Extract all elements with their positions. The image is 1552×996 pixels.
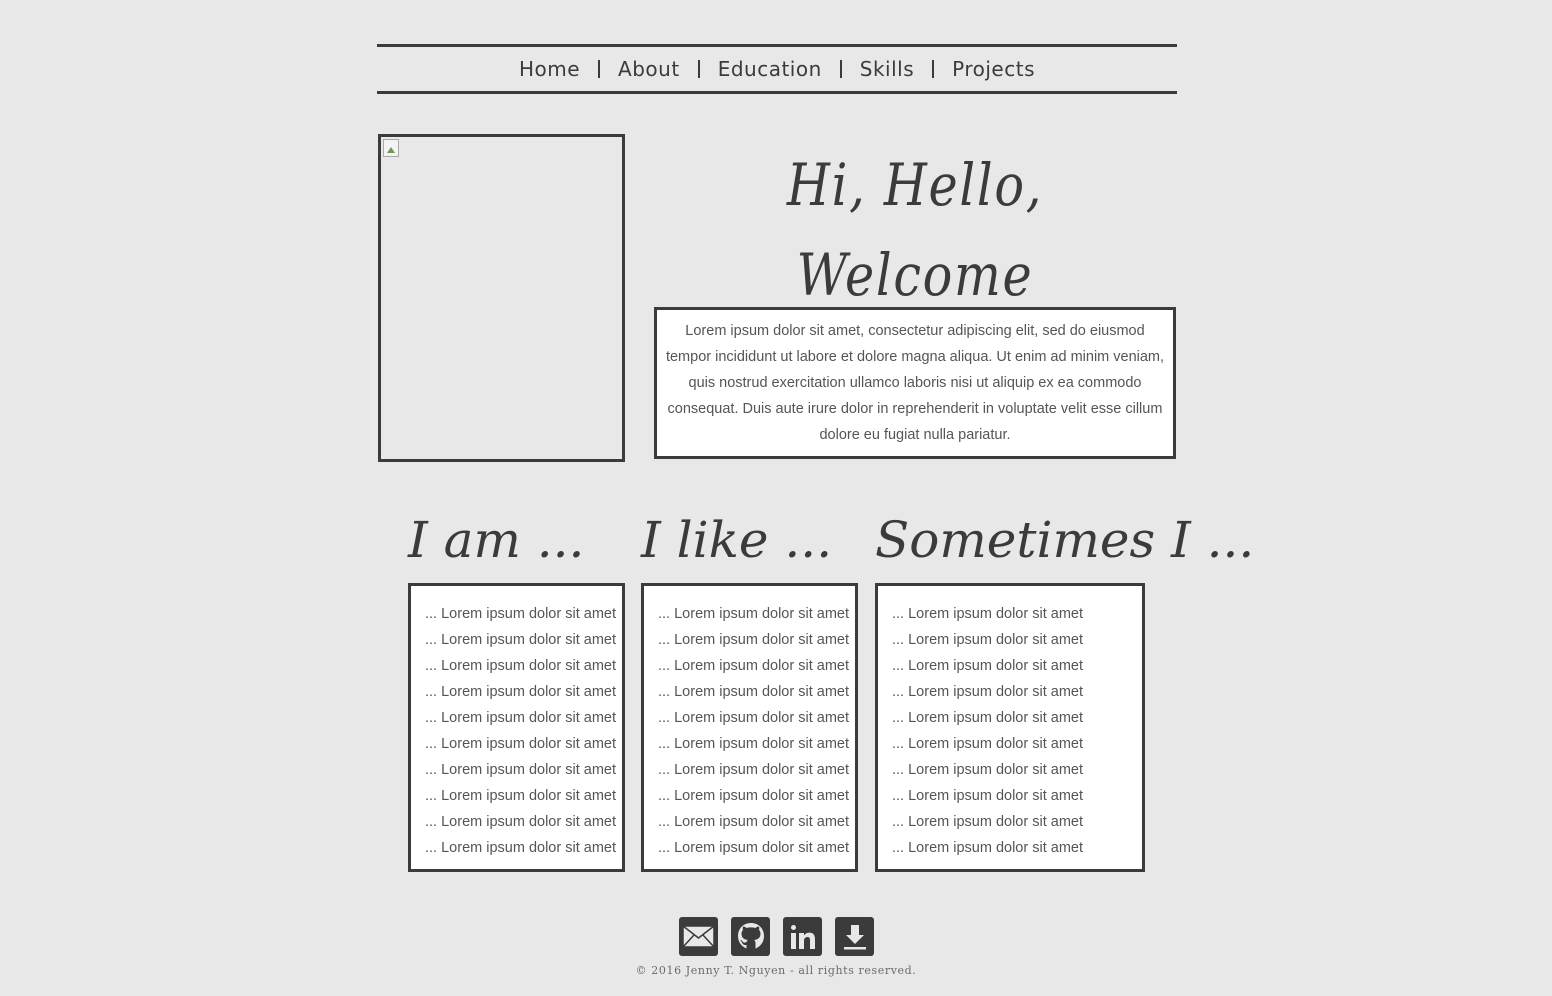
list-item: ... Lorem ipsum dolor sit amet	[425, 710, 616, 726]
list-item: ... Lorem ipsum dolor sit amet	[425, 736, 616, 752]
list-item: ... Lorem ipsum dolor sit amet	[425, 840, 616, 856]
github-icon[interactable]	[731, 917, 770, 956]
list-item: ... Lorem ipsum dolor sit amet	[425, 814, 616, 830]
list-item: ... Lorem ipsum dolor sit amet	[892, 710, 1083, 726]
list-item: ... Lorem ipsum dolor sit amet	[892, 658, 1083, 674]
nav-separator	[839, 60, 842, 78]
copyright-text: © 2016 Jenny T. Nguyen - all rights rese…	[635, 964, 917, 977]
intro-box: Lorem ipsum dolor sit amet, consectetur …	[654, 307, 1176, 459]
list-item: ... Lorem ipsum dolor sit amet	[425, 658, 616, 674]
list-item: ... Lorem ipsum dolor sit amet	[658, 710, 849, 726]
mail-icon[interactable]	[679, 917, 718, 956]
nav-education-link[interactable]: Education	[716, 57, 824, 81]
profile-photo	[378, 134, 625, 462]
list-item: ... Lorem ipsum dolor sit amet	[892, 788, 1083, 804]
nav-separator	[598, 60, 601, 78]
column-box-i-like: ... Lorem ipsum dolor sit amet ... Lorem…	[641, 583, 858, 872]
nav-skills-link[interactable]: Skills	[858, 57, 916, 81]
column-box-i-am: ... Lorem ipsum dolor sit amet ... Lorem…	[408, 583, 625, 872]
list-item: ... Lorem ipsum dolor sit amet	[658, 736, 849, 752]
list-item: ... Lorem ipsum dolor sit amet	[658, 814, 849, 830]
page-title: Hi, Hello, Welcome	[786, 151, 1044, 309]
list-item: ... Lorem ipsum dolor sit amet	[892, 632, 1083, 648]
list-item: ... Lorem ipsum dolor sit amet	[892, 762, 1083, 778]
list-item: ... Lorem ipsum dolor sit amet	[425, 762, 616, 778]
list-item: ... Lorem ipsum dolor sit amet	[658, 840, 849, 856]
nav-separator	[697, 60, 700, 78]
nav-home-link[interactable]: Home	[517, 57, 582, 81]
list-item: ... Lorem ipsum dolor sit amet	[892, 736, 1083, 752]
list-item: ... Lorem ipsum dolor sit amet	[425, 684, 616, 700]
list-item: ... Lorem ipsum dolor sit amet	[658, 606, 849, 622]
list-item: ... Lorem ipsum dolor sit amet	[658, 788, 849, 804]
list-item: ... Lorem ipsum dolor sit amet	[658, 632, 849, 648]
nav-about-link[interactable]: About	[616, 57, 682, 81]
list-item: ... Lorem ipsum dolor sit amet	[892, 684, 1083, 700]
social-links	[679, 917, 874, 956]
list-item: ... Lorem ipsum dolor sit amet	[892, 606, 1083, 622]
list-item: ... Lorem ipsum dolor sit amet	[425, 606, 616, 622]
list-item: ... Lorem ipsum dolor sit amet	[658, 684, 849, 700]
intro-text: Lorem ipsum dolor sit amet, consectetur …	[665, 323, 1165, 443]
nav-separator	[932, 60, 935, 78]
column-box-sometimes-i: ... Lorem ipsum dolor sit amet ... Lorem…	[875, 583, 1145, 872]
broken-image-icon	[383, 139, 399, 157]
list-item: ... Lorem ipsum dolor sit amet	[658, 762, 849, 778]
list-item: ... Lorem ipsum dolor sit amet	[892, 840, 1083, 856]
list-item: ... Lorem ipsum dolor sit amet	[892, 814, 1083, 830]
list-item: ... Lorem ipsum dolor sit amet	[425, 788, 616, 804]
column-title-i-am: I am ...	[408, 511, 585, 569]
list-item: ... Lorem ipsum dolor sit amet	[425, 632, 616, 648]
nav-projects-link[interactable]: Projects	[950, 57, 1037, 81]
column-title-sometimes-i: Sometimes I ...	[875, 511, 1255, 569]
download-icon[interactable]	[835, 917, 874, 956]
column-title-i-like: I like ...	[641, 511, 833, 569]
main-nav: Home About Education Skills Projects	[377, 44, 1177, 94]
list-item: ... Lorem ipsum dolor sit amet	[658, 658, 849, 674]
linkedin-icon[interactable]	[783, 917, 822, 956]
